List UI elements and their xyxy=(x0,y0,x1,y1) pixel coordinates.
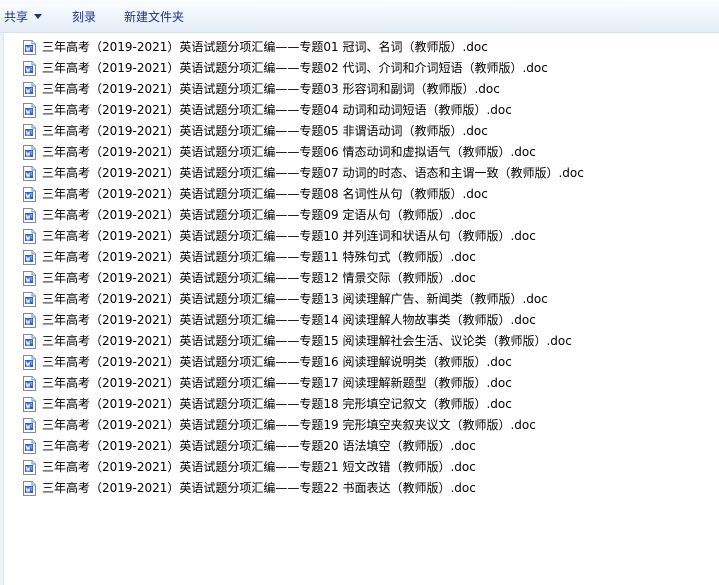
word-doc-icon xyxy=(23,292,36,307)
file-name: 三年高考（2019-2021）英语试题分项汇编——专题15 阅读理解社会生活、议… xyxy=(42,334,572,348)
word-doc-icon xyxy=(23,460,36,475)
file-name: 三年高考（2019-2021）英语试题分项汇编——专题18 完形填空记叙文（教师… xyxy=(42,397,512,411)
file-name: 三年高考（2019-2021）英语试题分项汇编——专题04 动词和动词短语（教师… xyxy=(42,103,512,117)
file-name: 三年高考（2019-2021）英语试题分项汇编——专题09 定语从句（教师版）.… xyxy=(42,208,476,222)
word-doc-icon xyxy=(23,250,36,265)
word-doc-icon xyxy=(23,208,36,223)
new-folder-button[interactable]: 新建文件夹 xyxy=(112,0,184,33)
word-doc-icon xyxy=(23,103,36,118)
word-doc-icon xyxy=(23,187,36,202)
file-item[interactable]: 三年高考（2019-2021）英语试题分项汇编——专题07 动词的时态、语态和主… xyxy=(20,163,700,184)
file-item[interactable]: 三年高考（2019-2021）英语试题分项汇编——专题21 短文改错（教师版）.… xyxy=(20,457,700,478)
file-name: 三年高考（2019-2021）英语试题分项汇编——专题20 语法填空（教师版）.… xyxy=(42,439,476,453)
file-name: 三年高考（2019-2021）英语试题分项汇编——专题01 冠词、名词（教师版）… xyxy=(42,40,488,54)
word-doc-icon xyxy=(23,61,36,76)
file-name: 三年高考（2019-2021）英语试题分项汇编——专题21 短文改错（教师版）.… xyxy=(42,460,476,474)
file-name: 三年高考（2019-2021）英语试题分项汇编——专题12 情景交际（教师版）.… xyxy=(42,271,476,285)
word-doc-icon xyxy=(23,355,36,370)
file-item[interactable]: 三年高考（2019-2021）英语试题分项汇编——专题10 并列连词和状语从句（… xyxy=(20,226,700,247)
file-item[interactable]: 三年高考（2019-2021）英语试题分项汇编——专题18 完形填空记叙文（教师… xyxy=(20,394,700,415)
word-doc-icon xyxy=(23,481,36,496)
file-item[interactable]: 三年高考（2019-2021）英语试题分项汇编——专题17 阅读理解新题型（教师… xyxy=(20,373,700,394)
share-button[interactable]: 共享 xyxy=(0,0,58,33)
file-item[interactable]: 三年高考（2019-2021）英语试题分项汇编——专题12 情景交际（教师版）.… xyxy=(20,268,700,289)
word-doc-icon xyxy=(23,397,36,412)
file-item[interactable]: 三年高考（2019-2021）英语试题分项汇编——专题20 语法填空（教师版）.… xyxy=(20,436,700,457)
word-doc-icon xyxy=(23,145,36,160)
file-item[interactable]: 三年高考（2019-2021）英语试题分项汇编——专题11 特殊句式（教师版）.… xyxy=(20,247,700,268)
file-item[interactable]: 三年高考（2019-2021）英语试题分项汇编——专题05 非谓语动词（教师版）… xyxy=(20,121,700,142)
file-name: 三年高考（2019-2021）英语试题分项汇编——专题10 并列连词和状语从句（… xyxy=(42,229,536,243)
share-label: 共享 xyxy=(4,9,29,24)
file-list: 三年高考（2019-2021）英语试题分项汇编——专题01 冠词、名词（教师版）… xyxy=(20,37,700,499)
file-name: 三年高考（2019-2021）英语试题分项汇编——专题11 特殊句式（教师版）.… xyxy=(42,250,476,264)
file-item[interactable]: 三年高考（2019-2021）英语试题分项汇编——专题01 冠词、名词（教师版）… xyxy=(20,37,700,58)
file-item[interactable]: 三年高考（2019-2021）英语试题分项汇编——专题19 完形填空夹叙夹议文（… xyxy=(20,415,700,436)
file-name: 三年高考（2019-2021）英语试题分项汇编——专题05 非谓语动词（教师版）… xyxy=(42,124,488,138)
word-doc-icon xyxy=(23,229,36,244)
file-name: 三年高考（2019-2021）英语试题分项汇编——专题17 阅读理解新题型（教师… xyxy=(42,376,512,390)
word-doc-icon xyxy=(23,376,36,391)
file-item[interactable]: 三年高考（2019-2021）英语试题分项汇编——专题02 代词、介词和介词短语… xyxy=(20,58,700,79)
file-name: 三年高考（2019-2021）英语试题分项汇编——专题02 代词、介词和介词短语… xyxy=(42,61,548,75)
file-name: 三年高考（2019-2021）英语试题分项汇编——专题16 阅读理解说明类（教师… xyxy=(42,355,512,369)
file-name: 三年高考（2019-2021）英语试题分项汇编——专题07 动词的时态、语态和主… xyxy=(42,166,584,180)
file-item[interactable]: 三年高考（2019-2021）英语试题分项汇编——专题13 阅读理解广告、新闻类… xyxy=(20,289,700,310)
burn-button[interactable]: 刻录 xyxy=(58,0,112,33)
file-name: 三年高考（2019-2021）英语试题分项汇编——专题08 名词性从句（教师版）… xyxy=(42,187,488,201)
word-doc-icon xyxy=(23,439,36,454)
file-item[interactable]: 三年高考（2019-2021）英语试题分项汇编——专题09 定语从句（教师版）.… xyxy=(20,205,700,226)
word-doc-icon xyxy=(23,82,36,97)
file-name: 三年高考（2019-2021）英语试题分项汇编——专题19 完形填空夹叙夹议文（… xyxy=(42,418,536,432)
word-doc-icon xyxy=(23,271,36,286)
file-item[interactable]: 三年高考（2019-2021）英语试题分项汇编——专题08 名词性从句（教师版）… xyxy=(20,184,700,205)
file-item[interactable]: 三年高考（2019-2021）英语试题分项汇编——专题15 阅读理解社会生活、议… xyxy=(20,331,700,352)
chevron-down-icon xyxy=(34,14,43,19)
file-item[interactable]: 三年高考（2019-2021）英语试题分项汇编——专题16 阅读理解说明类（教师… xyxy=(20,352,700,373)
word-doc-icon xyxy=(23,418,36,433)
file-name: 三年高考（2019-2021）英语试题分项汇编——专题03 形容词和副词（教师版… xyxy=(42,82,500,96)
file-item[interactable]: 三年高考（2019-2021）英语试题分项汇编——专题22 书面表达（教师版）.… xyxy=(20,478,700,499)
explorer-toolbar: 共享 刻录 新建文件夹 xyxy=(0,0,719,33)
file-item[interactable]: 三年高考（2019-2021）英语试题分项汇编——专题14 阅读理解人物故事类（… xyxy=(20,310,700,331)
file-item[interactable]: 三年高考（2019-2021）英语试题分项汇编——专题04 动词和动词短语（教师… xyxy=(20,100,700,121)
file-name: 三年高考（2019-2021）英语试题分项汇编——专题14 阅读理解人物故事类（… xyxy=(42,313,536,327)
file-name: 三年高考（2019-2021）英语试题分项汇编——专题22 书面表达（教师版）.… xyxy=(42,481,476,495)
word-doc-icon xyxy=(23,334,36,349)
new-folder-label: 新建文件夹 xyxy=(124,9,185,24)
file-item[interactable]: 三年高考（2019-2021）英语试题分项汇编——专题03 形容词和副词（教师版… xyxy=(20,79,700,100)
word-doc-icon xyxy=(23,124,36,139)
file-name: 三年高考（2019-2021）英语试题分项汇编——专题13 阅读理解广告、新闻类… xyxy=(42,292,548,306)
word-doc-icon xyxy=(23,40,36,55)
navigation-pane-edge xyxy=(0,33,4,585)
file-item[interactable]: 三年高考（2019-2021）英语试题分项汇编——专题06 情态动词和虚拟语气（… xyxy=(20,142,700,163)
word-doc-icon xyxy=(23,166,36,181)
burn-label: 刻录 xyxy=(72,9,97,24)
file-name: 三年高考（2019-2021）英语试题分项汇编——专题06 情态动词和虚拟语气（… xyxy=(42,145,536,159)
word-doc-icon xyxy=(23,313,36,328)
